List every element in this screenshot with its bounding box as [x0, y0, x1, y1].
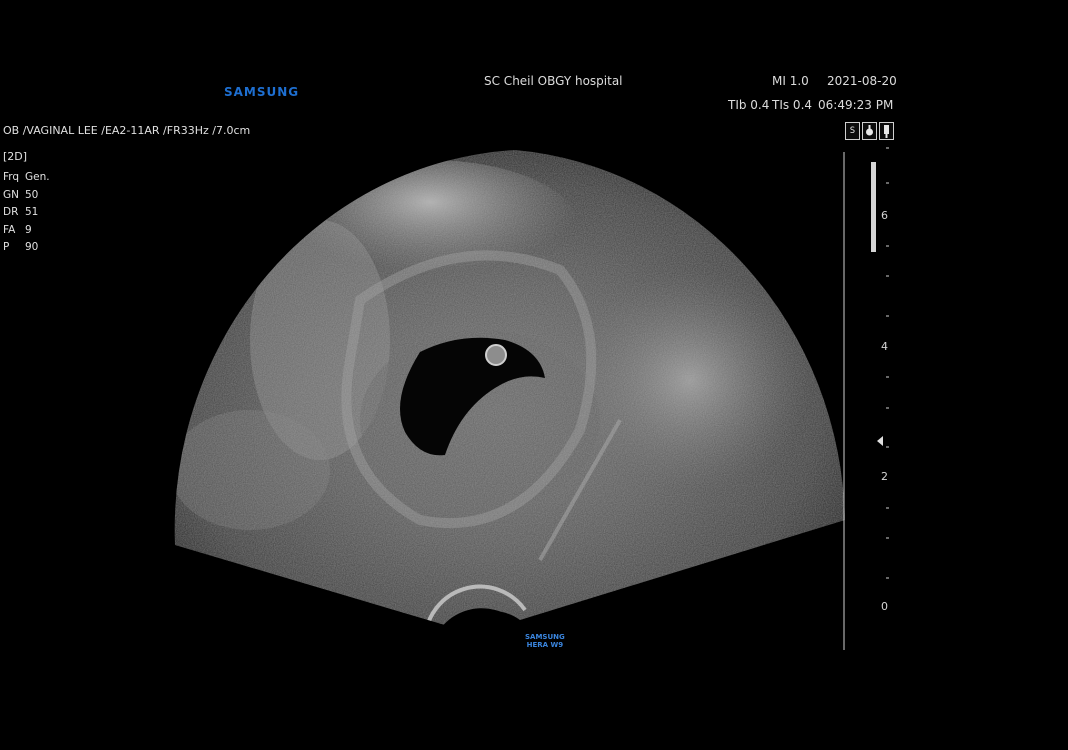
- exam-date: 2021-08-20: [827, 74, 897, 88]
- param-row: GN 50: [3, 187, 50, 205]
- status-icons: S: [845, 122, 894, 140]
- param-value: Gen.: [25, 171, 50, 183]
- param-row: Frq Gen.: [3, 169, 50, 187]
- depth-label: 6: [881, 209, 888, 222]
- param-key: FA: [3, 223, 16, 236]
- param-row: P 90: [3, 239, 50, 257]
- depth-label: 0: [881, 600, 888, 613]
- depth-label: 4: [881, 340, 888, 353]
- param-value: 50: [25, 188, 39, 201]
- probe-preset-line: OB /VAGINAL LEE /EA2-11AR /FR33Hz /7.0cm: [3, 124, 251, 137]
- probe-brand-line1: SAMSUNG: [525, 633, 565, 641]
- cine-icon: [862, 122, 877, 140]
- param-key: P: [3, 241, 10, 253]
- imaging-mode: [2D]: [3, 150, 28, 163]
- depth-label: 2: [881, 470, 888, 483]
- probe-brand-label: SAMSUNG HERA W9: [525, 633, 565, 649]
- param-value: 9: [25, 223, 32, 236]
- param-key: DR: [3, 206, 19, 218]
- probe-icon: [879, 122, 894, 140]
- exam-time: 06:49:23 PM: [818, 98, 894, 112]
- param-row: DR 51: [3, 204, 50, 222]
- thermal-index-bone: TIb 0.4: [728, 98, 770, 112]
- param-value: 51: [25, 206, 39, 218]
- param-key: GN: [3, 188, 19, 201]
- focus-marker-icon: [877, 436, 883, 446]
- s-mode-icon: S: [845, 122, 860, 140]
- hospital-name: SC Cheil OBGY hospital: [484, 74, 623, 88]
- thermal-index-soft: TIs 0.4: [772, 98, 813, 112]
- brand-logo: SAMSUNG: [224, 85, 300, 99]
- imaging-params: Frq Gen. GN 50 DR 51 FA 9 P 90: [3, 169, 50, 257]
- ultrasound-screen: SAMSUNG SC Cheil OBGY hospital MI 1.0 20…: [0, 0, 1068, 750]
- param-key: Frq: [3, 171, 20, 183]
- mechanical-index: MI 1.0: [772, 74, 809, 88]
- param-value: 90: [25, 241, 39, 253]
- yolk-sac: [485, 344, 507, 366]
- probe-brand-line2: HERA W9: [526, 641, 564, 649]
- param-row: FA 9: [3, 222, 50, 240]
- gain-bar: [871, 162, 876, 252]
